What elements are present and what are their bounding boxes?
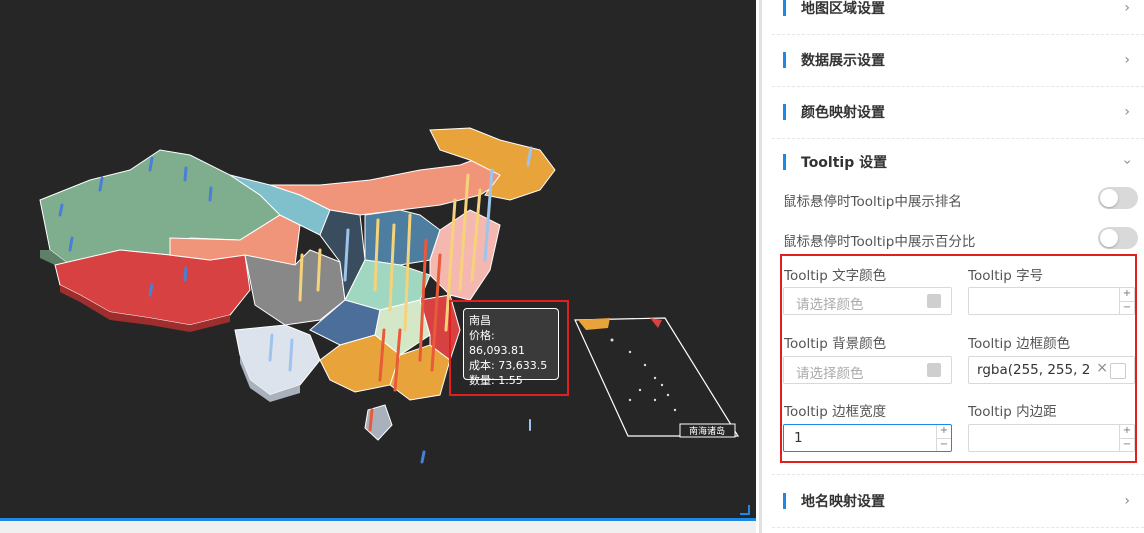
tooltip-cost: 成本: 73,633.5 [469, 359, 548, 372]
font-size-stepper[interactable]: + − [1119, 288, 1134, 314]
color-swatch [927, 294, 941, 308]
region-hainan [364, 404, 393, 441]
toggle-label: 鼠标悬停时Tooltip中展示百分比 [783, 234, 976, 250]
tooltip-qty: 数量: 1.55 [469, 374, 523, 387]
border-color-picker[interactable]: rgba(255, 255, 2 × [968, 356, 1135, 384]
border-width-stepper[interactable]: + − [936, 425, 951, 451]
section-color-mapping[interactable]: 颜色映射设置 › [772, 86, 1144, 139]
bg-color-label: Tooltip 背景颜色 [784, 336, 887, 352]
chevron-right-icon: › [1124, 104, 1130, 120]
show-rank-switch[interactable] [1098, 187, 1138, 209]
inset-label: 南海诸岛 [689, 425, 725, 437]
color-swatch [927, 363, 941, 377]
region-yunnan [234, 324, 321, 396]
section-title: 地名映射设置 [801, 494, 885, 510]
toggle-row-percent: 鼠标悬停时Tooltip中展示百分比 [783, 226, 1138, 252]
padding-stepper[interactable]: + − [1119, 425, 1134, 451]
section-title: 颜色映射设置 [801, 105, 885, 121]
south-sea-inset: 南海诸岛 [574, 317, 740, 438]
text-color-label: Tooltip 文字颜色 [784, 268, 887, 284]
show-percent-switch[interactable] [1098, 227, 1138, 249]
section-tooltip[interactable]: Tooltip 设置 › [772, 138, 1144, 186]
text-color-picker[interactable]: 请选择颜色 [783, 287, 952, 315]
settings-panel: 地图区域设置 › 数据展示设置 › 颜色映射设置 › Tooltip 设置 › … [772, 0, 1144, 533]
font-size-input[interactable]: + − [968, 287, 1135, 315]
section-place-name-mapping[interactable]: 地名映射设置 › [772, 474, 1144, 528]
padding-label: Tooltip 内边距 [968, 404, 1057, 420]
china-3d-map[interactable]: 南海诸岛 [0, 0, 756, 521]
chevron-down-icon: › [1119, 159, 1136, 165]
border-color-label: Tooltip 边框颜色 [968, 336, 1071, 352]
padding-input[interactable]: + − [968, 424, 1135, 452]
section-title: 数据展示设置 [801, 53, 885, 69]
section-data-display[interactable]: 数据展示设置 › [772, 34, 1144, 87]
tooltip-name: 南昌 [469, 314, 491, 327]
tooltip-price: 价格: 86,093.81 [469, 329, 525, 357]
section-title: Tooltip 设置 [801, 155, 888, 171]
border-width-input[interactable]: 1 + − [783, 424, 952, 452]
map-canvas[interactable]: 南海诸岛 南昌 价格: 86,093.81 成本: 73,633.5 数量: 1… [0, 0, 756, 521]
chevron-right-icon: › [1124, 0, 1130, 16]
toggle-row-rank: 鼠标悬停时Tooltip中展示排名 [783, 186, 1138, 212]
section-map-region[interactable]: 地图区域设置 › [772, 0, 1144, 35]
chevron-right-icon: › [1124, 52, 1130, 68]
panel-gutter[interactable] [756, 0, 772, 533]
font-size-label: Tooltip 字号 [968, 268, 1044, 284]
clear-icon[interactable]: × [1096, 360, 1108, 376]
chevron-right-icon: › [1124, 493, 1130, 509]
border-width-label: Tooltip 边框宽度 [784, 404, 887, 420]
bg-color-picker[interactable]: 请选择颜色 [783, 356, 952, 384]
map-tooltip: 南昌 价格: 86,093.81 成本: 73,633.5 数量: 1.55 [463, 308, 559, 387]
toggle-label: 鼠标悬停时Tooltip中展示排名 [783, 194, 962, 210]
section-title: 地图区域设置 [801, 1, 885, 17]
color-swatch [1110, 363, 1126, 379]
resize-handle[interactable] [740, 505, 750, 515]
canvas-bottom-strip [0, 521, 756, 533]
